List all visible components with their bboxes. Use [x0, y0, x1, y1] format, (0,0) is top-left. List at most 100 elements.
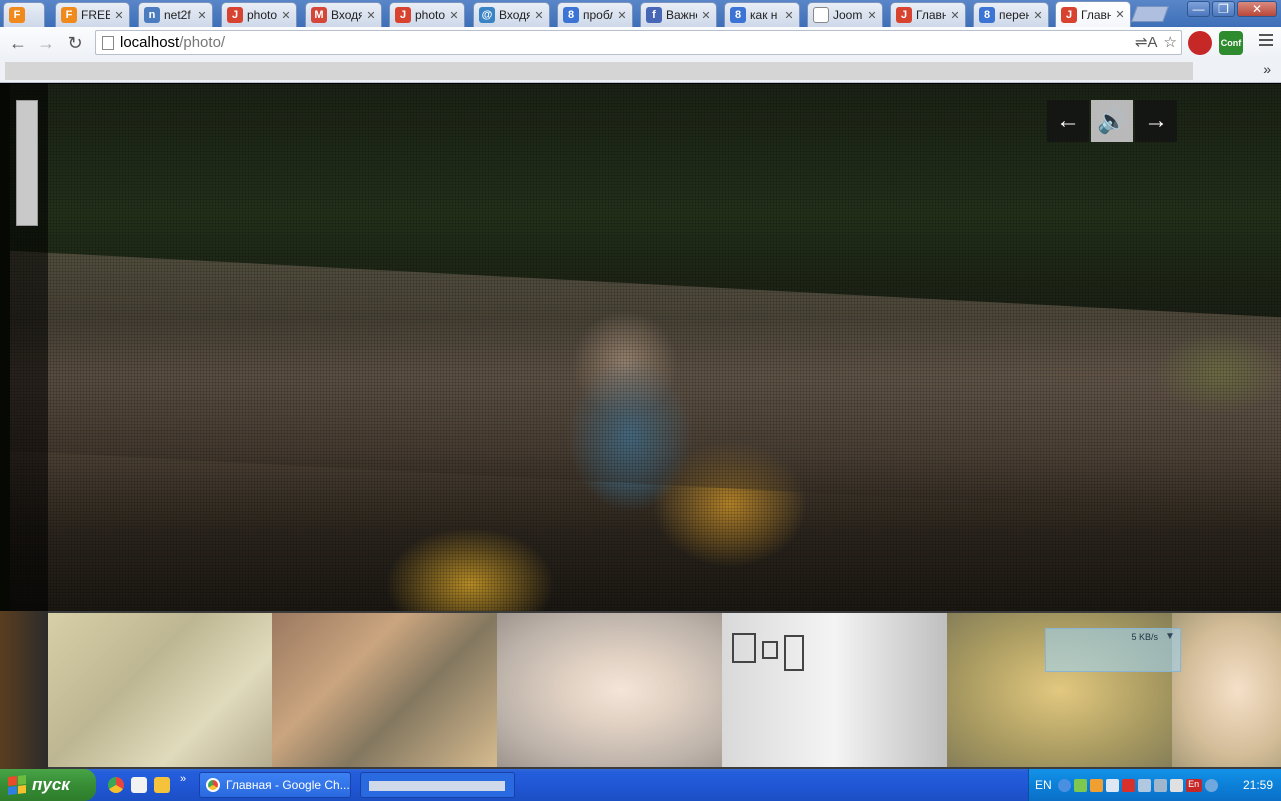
browser-tab-1[interactable]: F — [3, 2, 45, 27]
thumbnail-1[interactable] — [48, 613, 272, 767]
thumbnail-3[interactable] — [497, 613, 722, 767]
tab-close-icon[interactable]: ✕ — [196, 9, 208, 22]
tab-close-icon[interactable]: ✕ — [1114, 8, 1126, 21]
chrome-icon — [206, 778, 220, 792]
close-window-button[interactable]: ✕ — [1237, 1, 1277, 17]
tray-lang-indicator[interactable]: En — [1185, 778, 1202, 792]
tab-close-icon[interactable]: ✕ — [365, 9, 377, 22]
extension-adblock-icon[interactable] — [1188, 31, 1212, 55]
tab-favicon-icon: 8 — [730, 7, 746, 23]
browser-menu-icon[interactable] — [1259, 34, 1273, 49]
tab-close-icon[interactable]: ✕ — [448, 9, 460, 22]
browser-tab-4[interactable]: Jphoto ✕ — [221, 2, 297, 27]
tab-close-icon[interactable]: ✕ — [949, 9, 961, 22]
tray-back-icon[interactable] — [1057, 778, 1071, 792]
bookmarks-bar: » — [0, 59, 1281, 83]
browser-tab-14[interactable]: J Главн ✕ — [1055, 1, 1131, 27]
minimize-button[interactable]: — — [1187, 1, 1210, 17]
back-icon[interactable]: ← — [6, 31, 30, 55]
tab-favicon-icon: f — [646, 7, 662, 23]
bookmarks-overflow-button[interactable]: » — [1263, 61, 1271, 77]
tab-title: как н — [750, 8, 778, 22]
tab-favicon-icon: 8 — [979, 7, 995, 23]
browser-tab-13[interactable]: 8 перен ✕ — [973, 2, 1049, 27]
chrome-quicklaunch-icon[interactable] — [108, 777, 124, 793]
reload-icon[interactable]: ↻ — [63, 31, 87, 55]
thumbnail-4[interactable] — [722, 613, 947, 767]
url-path: /photo/ — [179, 34, 226, 51]
tab-favicon-icon: J — [227, 7, 243, 23]
tab-close-icon[interactable]: ✕ — [700, 9, 712, 22]
browser-tab-7[interactable]: @ Входя ✕ — [473, 2, 550, 27]
tab-title: Jooml — [833, 8, 863, 22]
taskbar-task-2[interactable] — [360, 772, 515, 798]
browser-tab-11[interactable]: Jooml ✕ — [807, 2, 883, 27]
tab-title: net2f — [164, 8, 191, 22]
start-label: пуск — [32, 775, 70, 794]
bookmark-star-icon[interactable]: ☆ — [1164, 33, 1177, 51]
vertical-scroll-handle[interactable] — [16, 100, 38, 226]
tab-close-icon[interactable]: ✕ — [280, 9, 292, 22]
tab-close-icon[interactable]: ✕ — [783, 9, 795, 22]
slide-log-shape — [10, 250, 1281, 518]
maximize-button[interactable]: ❐ — [1212, 1, 1235, 17]
tab-title: пробл — [583, 8, 613, 22]
tab-favicon-icon: J — [896, 7, 912, 23]
sound-toggle-button[interactable]: 🔊 — [1091, 100, 1133, 142]
tab-close-icon[interactable]: ✕ — [616, 9, 628, 22]
browser-tab-10[interactable]: 8 как н ✕ — [724, 2, 800, 27]
tab-close-icon[interactable]: ✕ — [866, 9, 878, 22]
thumbnail-2[interactable] — [272, 613, 497, 767]
extension-conf-icon[interactable]: Conf — [1219, 31, 1243, 55]
bookmarks-area — [5, 62, 1193, 80]
browser-tab-8[interactable]: 8 пробл ✕ — [557, 2, 633, 27]
translate-icon[interactable]: ⇌A — [1135, 33, 1158, 51]
page-icon — [102, 35, 114, 50]
tray-shield-icon[interactable] — [1121, 778, 1135, 792]
tray-clock-icon[interactable] — [1204, 778, 1218, 792]
tray-chat-icon[interactable] — [1169, 778, 1183, 792]
tray-volume-icon[interactable] — [1137, 778, 1151, 792]
windows-logo-icon — [8, 775, 26, 795]
browser-tab-6[interactable]: Jphoto ✕ — [389, 2, 465, 27]
slideshow-controls: ← 🔊 → — [1047, 100, 1179, 142]
task-title: Главная - Google Ch... — [226, 778, 350, 792]
tab-title: Важнс — [666, 8, 697, 22]
browser-tab-2[interactable]: F FREE ✕ — [55, 2, 130, 27]
language-indicator[interactable]: EN — [1035, 778, 1052, 792]
browser-toolbar: ← → ↻ localhost/photo/ ⇌A ☆ Conf — [0, 27, 1281, 59]
tab-title: photo — [247, 8, 277, 22]
tab-favicon-icon: 8 — [563, 7, 579, 23]
tray-network-icon[interactable] — [1073, 778, 1087, 792]
browser-tab-12[interactable]: J Главн ✕ — [890, 2, 966, 27]
download-arrow-icon: ▼ — [1165, 631, 1175, 642]
download-speed-widget[interactable]: 5 KB/s ▼ — [1045, 628, 1181, 672]
omnibox-actions: ⇌A ☆ — [1135, 33, 1177, 51]
notepad-quicklaunch-icon[interactable] — [131, 777, 147, 793]
tray-app-icon[interactable] — [1089, 778, 1103, 792]
tab-close-icon[interactable]: ✕ — [113, 9, 125, 22]
tab-title: FREE — [81, 8, 110, 22]
next-slide-button[interactable]: → — [1135, 100, 1177, 142]
forward-icon[interactable]: → — [34, 31, 58, 55]
new-tab-button[interactable] — [1131, 6, 1169, 22]
clock[interactable]: 21:59 — [1243, 778, 1273, 792]
quicklaunch-more-button[interactable]: » — [180, 773, 186, 785]
thumbnail-6[interactable] — [1172, 613, 1281, 767]
tab-close-icon[interactable]: ✕ — [533, 9, 545, 22]
address-bar[interactable]: localhost/photo/ ⇌A ☆ — [95, 30, 1182, 55]
tab-strip: F F FREE ✕ n net2f ✕ Jphoto ✕ M Входя ✕ Jphoto ✕ @ Вход… — [0, 0, 1281, 27]
tray-globe-icon[interactable] — [1105, 778, 1119, 792]
tab-title: Входя — [331, 8, 362, 22]
start-button[interactable]: пуск — [0, 769, 96, 801]
browser-tab-9[interactable]: f Важнс✕ — [640, 2, 717, 27]
thumbnail-edge — [0, 611, 48, 769]
browser-tab-5[interactable]: M Входя ✕ — [305, 2, 382, 27]
tab-favicon-icon: n — [144, 7, 160, 23]
tray-display-icon[interactable] — [1153, 778, 1167, 792]
taskbar-task-chrome[interactable]: Главная - Google Ch... — [199, 772, 351, 798]
drive-quicklaunch-icon[interactable] — [154, 777, 170, 793]
tab-close-icon[interactable]: ✕ — [1032, 9, 1044, 22]
browser-tab-3[interactable]: n net2f ✕ — [138, 2, 213, 27]
prev-slide-button[interactable]: ← — [1047, 100, 1089, 142]
